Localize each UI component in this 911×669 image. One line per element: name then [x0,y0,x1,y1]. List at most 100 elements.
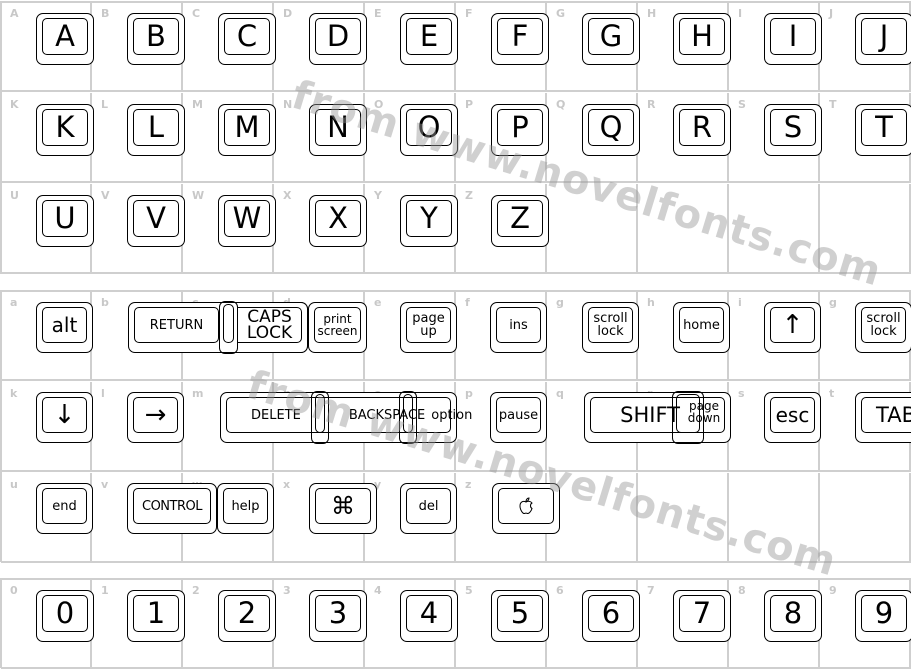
key-8[interactable]: 8 [764,590,822,642]
cell-label: N [283,98,293,111]
key-5[interactable]: 5 [491,590,549,642]
key-glyph: 3 [315,595,361,632]
cell-label: q [556,387,564,400]
glyph-cell: EE [365,2,458,92]
key-q[interactable]: Q [582,104,640,156]
key-del[interactable]: del [400,483,457,534]
key-arrow-right[interactable]: → [127,392,184,443]
glyph-cell: AA [1,2,94,92]
cell-label: I [738,7,743,20]
key-f[interactable]: F [491,13,549,65]
key-2[interactable]: 2 [218,590,276,642]
key-9[interactable]: 9 [855,590,911,642]
cell-label: L [101,98,109,111]
key-6[interactable]: 6 [582,590,640,642]
key-b[interactable]: B [127,13,185,65]
key-u[interactable]: U [36,195,94,247]
key-glyph: 8 [770,595,816,632]
key-arrow-up[interactable]: ↑ [764,302,821,353]
key-z[interactable]: Z [491,195,549,247]
key-control[interactable]: CONTROL [127,483,217,534]
key-glyph: E [406,18,452,55]
key-n[interactable]: N [309,104,367,156]
key-x[interactable]: X [309,195,367,247]
key-c[interactable]: C [218,13,276,65]
key-o[interactable]: O [400,104,458,156]
key-help[interactable]: help [217,483,274,534]
cell-label: x [283,478,291,491]
key-p[interactable]: P [491,104,549,156]
cell-label: 2 [192,584,200,597]
key-m[interactable]: M [218,104,276,156]
key-g[interactable]: G [582,13,640,65]
glyph-cell [638,473,729,563]
key-ins[interactable]: ins [490,302,547,353]
key-y[interactable]: Y [400,195,458,247]
key-caps-lock[interactable]: CAPS LOCK [238,302,308,353]
glyph-cell [547,473,638,563]
cell-label: 1 [101,584,109,597]
glyph-cell: 88 [729,579,822,669]
key-v[interactable]: V [127,195,185,247]
key-7[interactable]: 7 [673,590,731,642]
key-alt[interactable]: alt [36,302,93,353]
key-scroll-lock-2[interactable]: scroll lock [855,302,911,353]
key-tab[interactable]: TAB [855,392,911,443]
numerals-section: 00112233445566778899 [0,578,911,669]
cell-label: t [829,387,835,400]
command-icon: ⌘ [315,488,371,524]
key-pause[interactable]: pause [490,392,547,443]
key-s[interactable]: S [764,104,822,156]
key-a[interactable]: A [36,13,94,65]
glyph-cell: 00 [1,579,94,669]
cell-label: W [192,189,205,202]
key-w[interactable]: W [218,195,276,247]
key-print-screen[interactable]: print screen [308,302,367,353]
key-l[interactable]: L [127,104,185,156]
cell-label: 5 [465,584,473,597]
cell-label: b [101,296,109,309]
key-home[interactable]: home [673,302,730,353]
cell-label: H [647,7,657,20]
key-delete-backspace[interactable]: DELETE BACKSPACE option [220,392,472,443]
cell-label: A [10,7,19,20]
cell-label: z [465,478,472,491]
key-arrow-down[interactable]: ↓ [36,392,93,443]
key-k[interactable]: K [36,104,94,156]
glyph-cell: JJ [820,2,911,92]
key-connector [399,391,417,444]
key-page-up[interactable]: page up [400,302,457,353]
key-glyph: P [497,109,543,146]
key-d[interactable]: D [309,13,367,65]
cell-label: F [465,7,473,20]
key-1[interactable]: 1 [127,590,185,642]
key-scroll-lock[interactable]: scroll lock [582,302,639,353]
key-apple[interactable] [492,483,560,534]
cell-label: 0 [10,584,18,597]
glyph-cell [729,473,820,563]
glyph-cell: GG [547,2,640,92]
cell-label: E [374,7,382,20]
glyph-cell: DD [274,2,367,92]
key-end[interactable]: end [36,483,93,534]
glyph-cell: RR [638,93,731,183]
key-command[interactable]: ⌘ [309,483,377,534]
glyph-cell: 33 [274,579,367,669]
cell-label: T [829,98,837,111]
key-j[interactable]: J [855,13,911,65]
key-esc[interactable]: esc [764,392,821,443]
key-glyph: X [315,200,361,237]
key-3[interactable]: 3 [309,590,367,642]
key-t[interactable]: T [855,104,911,156]
glyph-cell: YY [365,184,458,274]
key-4[interactable]: 4 [400,590,458,642]
key-i[interactable]: I [764,13,822,65]
key-r[interactable]: R [673,104,731,156]
key-e[interactable]: E [400,13,458,65]
glyph-cell: 77 [638,579,731,669]
key-0[interactable]: 0 [36,590,94,642]
glyph-cell: 22 [183,579,276,669]
key-h[interactable]: H [673,13,731,65]
arrow-right-icon: → [133,397,178,433]
cell-label: M [192,98,203,111]
